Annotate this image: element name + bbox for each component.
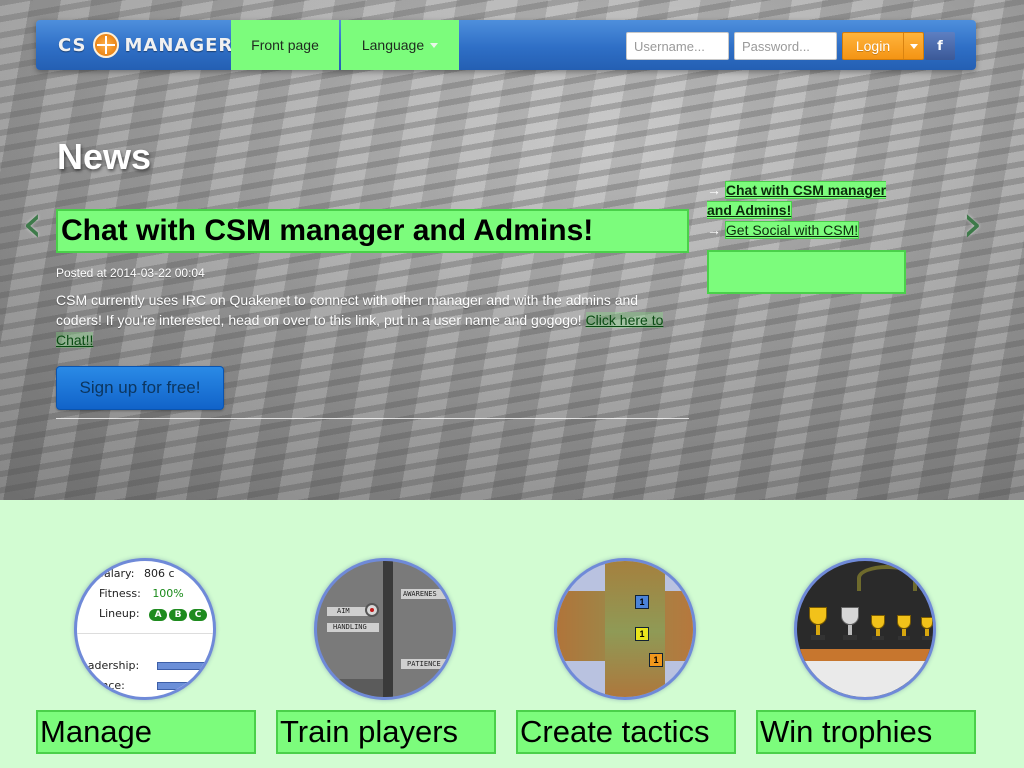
chevron-down-icon	[430, 42, 439, 48]
gold-trophy-icon	[809, 607, 827, 641]
silver-trophy-icon	[841, 607, 859, 641]
handling-stat: HANDLING	[327, 623, 379, 632]
username-input[interactable]	[626, 32, 729, 60]
carousel-next-arrow-icon[interactable]: ›	[962, 198, 983, 250]
side-link-item: → Get Social with CSM!	[707, 220, 907, 240]
feature-label-create-tactics[interactable]: Create tactics	[516, 710, 736, 754]
site-logo[interactable]: CS MANAGER	[58, 32, 234, 58]
facebook-login-button[interactable]: f	[925, 32, 955, 60]
chevron-down-icon	[909, 43, 918, 49]
top-navigation-bar: CS MANAGER Front page Language Login f	[36, 20, 976, 70]
feature-label-manage[interactable]: Manage	[36, 710, 256, 754]
lineup-pill: C	[189, 609, 208, 621]
nav-language-label: Language	[361, 37, 425, 53]
login-button[interactable]: Login	[843, 33, 903, 59]
tactics-feature-image: 1 1 1	[554, 558, 696, 700]
side-link-chat[interactable]: Chat with CSM manager and Admins!	[707, 181, 887, 219]
lineup-row: Lineup: ABC	[99, 607, 209, 621]
feature-label-train-players[interactable]: Train players	[276, 710, 496, 754]
manage-feature-image: Salary: 806 c Fitness: 100% Lineup: ABC …	[74, 558, 216, 700]
signup-button[interactable]: Sign up for free!	[56, 366, 224, 410]
shelf-base	[797, 661, 933, 697]
article-body-text: CSM currently uses IRC on Quakenet to co…	[56, 292, 639, 328]
leadership-label: eadership:	[81, 659, 140, 672]
awareness-stat: AWARENES	[401, 589, 453, 599]
nav-front-page[interactable]: Front page	[231, 20, 339, 70]
article-title-text: Chat with CSM manager and Admins!	[61, 214, 594, 247]
section-divider	[77, 633, 213, 634]
target-icon	[365, 603, 379, 617]
signup-button-label: Sign up for free!	[79, 378, 201, 397]
salary-value: 806 c	[143, 567, 175, 580]
news-side-links: → Chat with CSM manager and Admins! → Ge…	[707, 180, 907, 240]
panel-rail	[383, 561, 393, 697]
leadership-bar	[157, 662, 209, 670]
salary-label: Salary:	[97, 567, 135, 580]
side-link-item: → Chat with CSM manager and Admins!	[707, 180, 907, 220]
salary-row: Salary: 806 c	[97, 567, 175, 580]
password-input[interactable]	[734, 32, 837, 60]
lineup-label: Lineup:	[99, 607, 140, 620]
train-feature-image: AWARENES AIM HANDLING PATIENCE	[314, 558, 456, 700]
laurel-wreath-icon	[857, 565, 917, 591]
trophies-feature-image	[794, 558, 936, 700]
gold-trophy-icon	[871, 615, 885, 641]
facebook-icon: f	[937, 38, 943, 54]
panel-block	[317, 679, 383, 697]
fitness-row: Fitness: 100%	[99, 587, 184, 600]
lineup-pill: A	[149, 609, 168, 621]
experience-label: rience:	[87, 679, 125, 692]
patience-stat: PATIENCE	[401, 659, 453, 669]
arrow-right-icon: →	[707, 222, 721, 238]
player-marker: 1	[635, 595, 649, 609]
article-divider	[56, 418, 689, 419]
arrow-right-icon: →	[707, 182, 721, 198]
logo-text-manager: MANAGER	[124, 34, 234, 56]
trophy-shelf	[797, 649, 933, 661]
feature-label-win-trophies[interactable]: Win trophies	[756, 710, 976, 754]
article-posted-date: Posted at 2014-03-22 00:04	[56, 266, 205, 280]
lineup-pill: B	[169, 609, 188, 621]
player-marker: 1	[635, 627, 649, 641]
login-button-group: Login	[842, 32, 924, 60]
article-title[interactable]: Chat with CSM manager and Admins!	[56, 209, 689, 253]
social-widget-placeholder	[707, 250, 906, 294]
side-link-social[interactable]: Get Social with CSM!	[724, 221, 860, 239]
nav-front-page-label: Front page	[251, 37, 319, 53]
news-heading: News	[57, 136, 152, 177]
article-body: CSM currently uses IRC on Quakenet to co…	[56, 290, 686, 350]
nav-language-dropdown[interactable]: Language	[341, 20, 459, 70]
gold-trophy-icon	[921, 617, 933, 641]
fitness-label: Fitness:	[99, 587, 141, 600]
fitness-value: 100%	[152, 587, 184, 600]
gold-trophy-icon	[897, 615, 911, 641]
player-marker: 1	[649, 653, 663, 667]
experience-bar	[157, 682, 197, 690]
logo-text-cs: CS	[58, 34, 87, 56]
login-options-toggle[interactable]	[903, 33, 923, 59]
crosshair-icon	[92, 32, 119, 58]
carousel-prev-arrow-icon[interactable]: ‹	[22, 198, 43, 250]
